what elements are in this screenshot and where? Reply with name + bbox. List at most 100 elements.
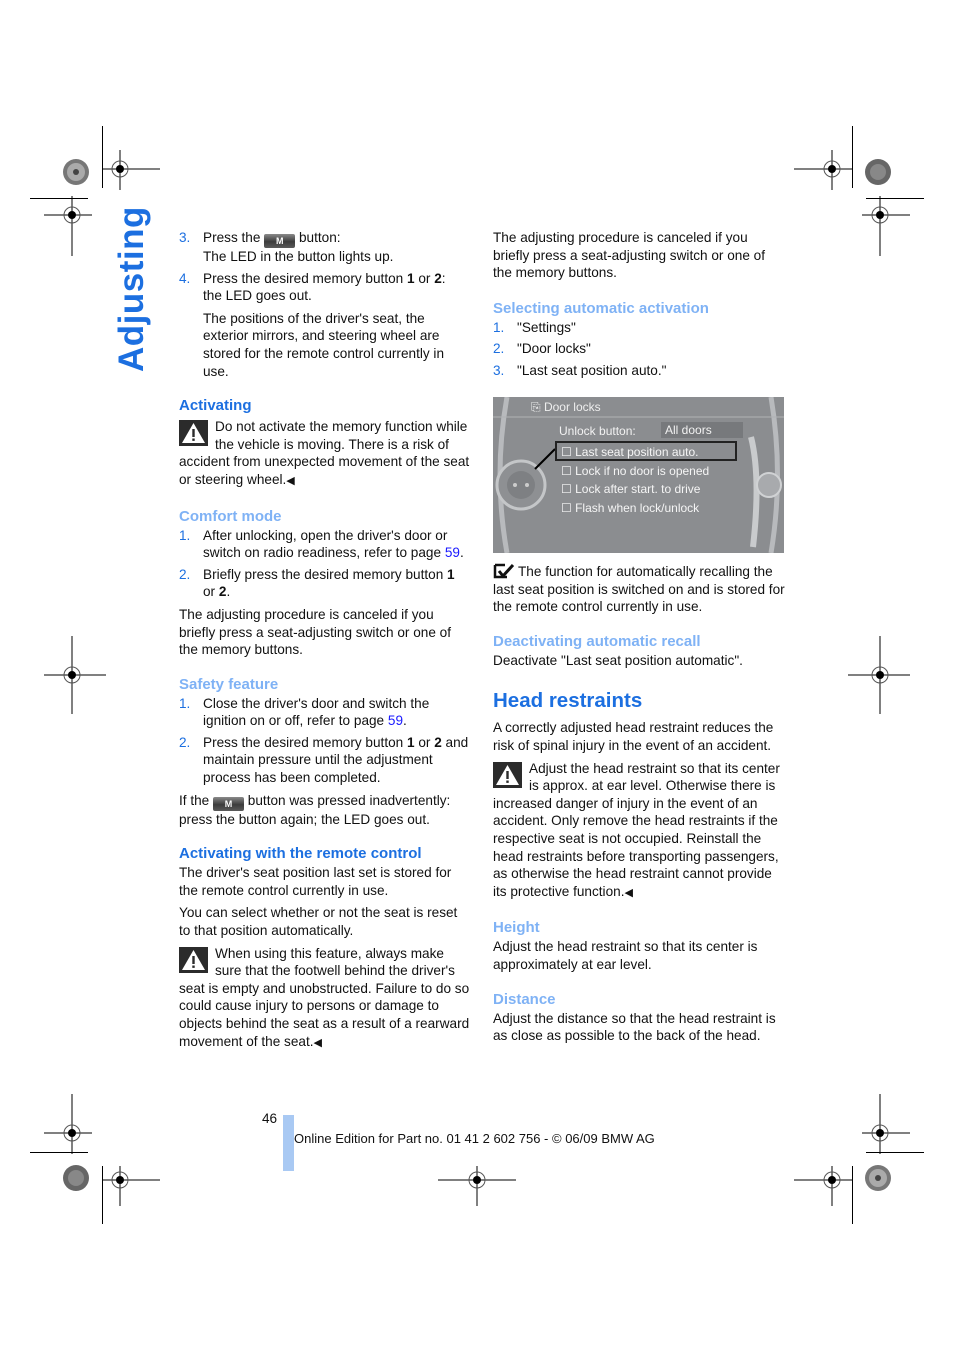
memory-button-2: 2 <box>434 734 442 750</box>
step-text: "Last seat position auto." <box>517 362 667 378</box>
step-number: 3. <box>179 230 191 245</box>
step-number: 1. <box>179 527 191 543</box>
crop-line <box>852 126 853 188</box>
step-text: "Settings" <box>517 319 576 335</box>
height-text: Adjust the head restraint so that its ce… <box>493 939 758 972</box>
step-number: 2. <box>179 734 191 750</box>
memory-m-button-icon: M <box>264 234 296 248</box>
step-number: 1. <box>179 695 191 711</box>
registration-crosshair-icon <box>794 1166 852 1206</box>
registration-crosshair-icon <box>794 150 852 190</box>
head-restraints-intro: A correctly adjusted head restraint redu… <box>493 720 774 753</box>
check-note-text: The function for automatically recalling… <box>493 564 785 615</box>
select-step-1: 1. "Settings" <box>493 319 785 337</box>
color-wheel-icon <box>865 159 891 185</box>
step-number: 4. <box>179 270 191 286</box>
option-lock-after-start[interactable]: ☐ Lock after start. to drive <box>561 480 709 499</box>
registration-crosshair-icon <box>438 1166 516 1206</box>
door-icon: ⎘ <box>531 400 541 414</box>
memory-button-1: 1 <box>447 566 455 582</box>
safety-step-1: 1. Close the driver's door and switch th… <box>179 695 471 730</box>
select-step-2: 2. "Door locks" <box>493 340 785 358</box>
step-text: Briefly press the desired memory button <box>203 566 448 582</box>
end-marker-icon: ◀ <box>286 474 295 487</box>
step-text: or <box>414 270 435 286</box>
comfort-note: The adjusting procedure is canceled if y… <box>179 606 452 658</box>
step-text: or <box>414 734 435 750</box>
heading-distance: Distance <box>493 990 556 1008</box>
step-3: 3. Press the M button: The LED in the bu… <box>179 229 471 266</box>
crop-line <box>852 1166 853 1224</box>
checkmark-icon <box>493 563 515 579</box>
step-text: After unlocking, open the driver's door … <box>203 527 448 561</box>
heading-height: Height <box>493 919 540 937</box>
heading-selecting-activation: Selecting automatic activation <box>493 299 709 317</box>
page-link[interactable]: 59 <box>388 713 403 728</box>
end-marker-icon: ◀ <box>624 886 633 899</box>
chapter-side-title: Adjusting <box>112 206 151 372</box>
right-column-lower: The function for automatically recalling… <box>493 563 785 1045</box>
page-number: 46 <box>262 1111 278 1126</box>
step-text: Press the desired memory button <box>203 270 407 286</box>
steps-note: The positions of the driver's seat, the … <box>203 310 445 379</box>
deactivating-text: Deactivate "Last seat position automatic… <box>493 652 743 668</box>
warning-text: Adjust the head restraint so that its ce… <box>493 760 780 899</box>
warning-triangle-icon <box>179 420 208 447</box>
option-last-seat-position[interactable]: ☐ Last seat position auto. <box>561 443 709 462</box>
registration-crosshair-icon <box>44 636 106 714</box>
heading-comfort-mode: Comfort mode <box>179 507 282 525</box>
step-text: Press the <box>203 230 261 245</box>
color-wheel-icon <box>63 159 89 185</box>
note-text: If the <box>179 792 210 808</box>
step-text: : <box>441 270 446 286</box>
crop-line <box>30 1152 88 1153</box>
footer-accent-bar <box>283 1115 294 1171</box>
screen-title: ⎘ Door locks <box>531 399 601 417</box>
right-intro: The adjusting procedure is canceled if y… <box>493 230 766 281</box>
option-label: Last seat position auto. <box>575 445 699 459</box>
page-link[interactable]: 59 <box>445 545 460 560</box>
warning-head-restraints: Adjust the head restraint so that its ce… <box>493 760 785 903</box>
memory-button-2: 2 <box>434 270 442 286</box>
idrive-door-locks-screen: ⎘ Door locks Unlock button: All doors ☐ … <box>493 397 784 553</box>
color-wheel-icon <box>63 1165 89 1191</box>
unlock-button-value[interactable]: All doors <box>661 422 743 438</box>
crop-line <box>866 1152 924 1153</box>
heading-head-restraints: Head restraints <box>493 689 643 713</box>
memory-button-1: 1 <box>407 734 415 750</box>
color-wheel-icon <box>865 1165 891 1191</box>
warning-triangle-icon <box>493 761 522 788</box>
heading-remote-control: Activating with the remote control <box>179 845 422 863</box>
step-number: 3. <box>493 362 505 378</box>
heading-safety-feature: Safety feature <box>179 675 279 693</box>
option-lock-no-door[interactable]: ☐ Lock if no door is opened <box>561 462 709 481</box>
step-number: 1. <box>493 319 505 335</box>
left-column: 3. Press the M button: The LED in the bu… <box>179 229 471 1052</box>
step-text: the LED goes out. <box>203 288 312 304</box>
warning-triangle-icon <box>179 946 208 973</box>
comfort-step-1: 1. After unlocking, open the driver's do… <box>179 527 471 562</box>
warning-text: Do not activate the memory function whil… <box>179 419 470 487</box>
step-text: button: <box>298 230 341 245</box>
comfort-step-2: 2. Briefly press the desired memory butt… <box>179 566 471 601</box>
step-text: "Door locks" <box>517 341 591 357</box>
option-flash-lock[interactable]: ☐ Flash when lock/unlock <box>561 499 709 518</box>
registration-crosshair-icon <box>848 636 910 714</box>
registration-crosshair-icon <box>102 1166 160 1206</box>
end-marker-icon: ◀ <box>313 1036 322 1049</box>
step-4: 4. Press the desired memory button 1 or … <box>179 270 471 305</box>
registration-crosshair-icon <box>44 196 92 256</box>
step-number: 2. <box>179 566 191 582</box>
step-number: 2. <box>493 341 505 357</box>
heading-deactivating: Deactivating automatic recall <box>493 632 701 650</box>
screen-options: ☐ Last seat position auto. ☐ Lock if no … <box>561 443 709 517</box>
unlock-button-label: Unlock button: <box>559 424 636 438</box>
screen-title-text: Door locks <box>543 400 601 414</box>
option-label: Lock if no door is opened <box>575 463 710 478</box>
memory-m-button-icon: M <box>213 796 245 811</box>
check-note: The function for automatically recalling… <box>493 563 785 616</box>
registration-crosshair-icon <box>44 1094 92 1154</box>
distance-text: Adjust the distance so that the head res… <box>493 1010 776 1044</box>
warning-text: When using this feature, always make sur… <box>179 945 470 1049</box>
safety-step-2: 2. Press the desired memory button 1 or … <box>179 734 471 787</box>
